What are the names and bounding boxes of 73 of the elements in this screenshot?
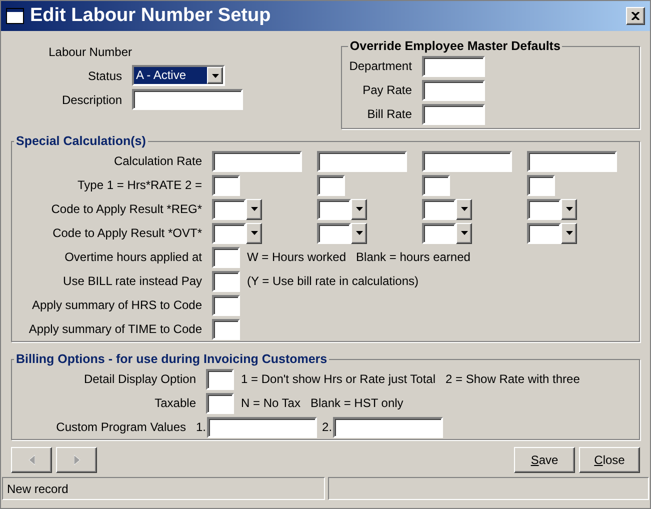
- input-field[interactable]: [527, 174, 555, 196]
- field-label: Code to Apply Result *OVT*: [52, 225, 202, 242]
- field-label: Apply summary of HRS to Code: [32, 297, 202, 314]
- field-label: Status: [88, 68, 122, 84]
- field-label: Detail Display Option: [84, 371, 196, 388]
- field-label: Labour Number: [48, 44, 132, 60]
- right-triangle-icon: [74, 455, 80, 465]
- status-dropdown[interactable]: A - Active: [132, 65, 225, 86]
- input-field[interactable]: [212, 174, 240, 196]
- input-field[interactable]: [212, 246, 240, 268]
- hint-text: W = Hours worked Blank = hours earned: [247, 249, 470, 266]
- field-label: Use BILL rate instead Pay: [63, 273, 202, 290]
- dropdown[interactable]: [527, 222, 577, 244]
- input-field[interactable]: [422, 174, 450, 196]
- status-text: New record: [7, 480, 68, 498]
- close-button[interactable]: Close: [579, 447, 640, 473]
- input-field[interactable]: [333, 416, 444, 438]
- left-triangle-icon: [28, 455, 34, 465]
- hint-text: 1 = Don't show Hrs or Rate just Total 2 = Show Rate with three: [241, 371, 580, 388]
- group-title: Override Employee Master Defaults: [350, 39, 560, 53]
- dropdown[interactable]: [212, 198, 262, 220]
- caret-icon: [356, 207, 362, 212]
- caret-icon: [460, 207, 468, 212]
- dropdown[interactable]: [317, 198, 367, 220]
- window-icon: [6, 8, 24, 24]
- dropdown[interactable]: [212, 222, 262, 244]
- field-label: 2.: [322, 419, 332, 436]
- input-field[interactable]: [212, 270, 240, 292]
- caret-icon: [356, 231, 362, 236]
- group-title: Special Calculation(s): [16, 134, 146, 148]
- caret-icon: [212, 74, 218, 78]
- input-field[interactable]: [422, 104, 485, 125]
- field-label: Apply summary of TIME to Code: [28, 321, 202, 338]
- input-field[interactable]: [206, 368, 234, 390]
- input-field[interactable]: [212, 294, 240, 316]
- field-label: Type 1 = Hrs*RATE 2 =: [78, 177, 202, 194]
- caret-icon: [566, 207, 572, 212]
- caret-icon: [566, 231, 572, 236]
- input-field[interactable]: [422, 80, 485, 101]
- field-label: Code to Apply Result *REG*: [51, 201, 202, 218]
- input-field[interactable]: [317, 150, 407, 172]
- field-label: Custom Program Values: [56, 419, 186, 436]
- dropdown[interactable]: [422, 222, 472, 244]
- input-field[interactable]: [207, 416, 318, 438]
- close-button[interactable]: [626, 7, 645, 25]
- input-field[interactable]: [212, 318, 240, 340]
- field-label: Pay Rate: [362, 82, 412, 100]
- caret-icon: [250, 231, 258, 236]
- close-icon: [631, 12, 640, 20]
- caret-icon: [460, 231, 468, 236]
- input-field[interactable]: [422, 56, 485, 77]
- input-field[interactable]: [206, 392, 234, 414]
- input-field[interactable]: [132, 89, 243, 110]
- input-field[interactable]: [317, 174, 345, 196]
- input-field[interactable]: [212, 150, 302, 172]
- caret-icon: [250, 207, 258, 212]
- field-label: Overtime hours applied at: [64, 249, 202, 266]
- dropdown[interactable]: [527, 198, 577, 220]
- field-label: Department: [349, 58, 412, 76]
- field-label: Bill Rate: [367, 106, 412, 124]
- hint-text: (Y = Use bill rate in calculations): [247, 273, 419, 290]
- hint-text: N = No Tax Blank = HST only: [241, 395, 404, 412]
- group-title: Billing Options - for use during Invoicing Customers: [16, 352, 328, 366]
- input-field[interactable]: [527, 150, 617, 172]
- dropdown[interactable]: [422, 198, 472, 220]
- field-label: Description: [62, 92, 122, 108]
- field-label: Taxable: [154, 395, 196, 412]
- input-field[interactable]: [422, 150, 512, 172]
- field-label: Calculation Rate: [114, 153, 202, 170]
- save-button[interactable]: Save: [514, 447, 575, 473]
- window-title: Edit Labour Number Setup: [30, 4, 272, 28]
- field-label: 1.: [196, 419, 206, 436]
- dropdown[interactable]: [317, 222, 367, 244]
